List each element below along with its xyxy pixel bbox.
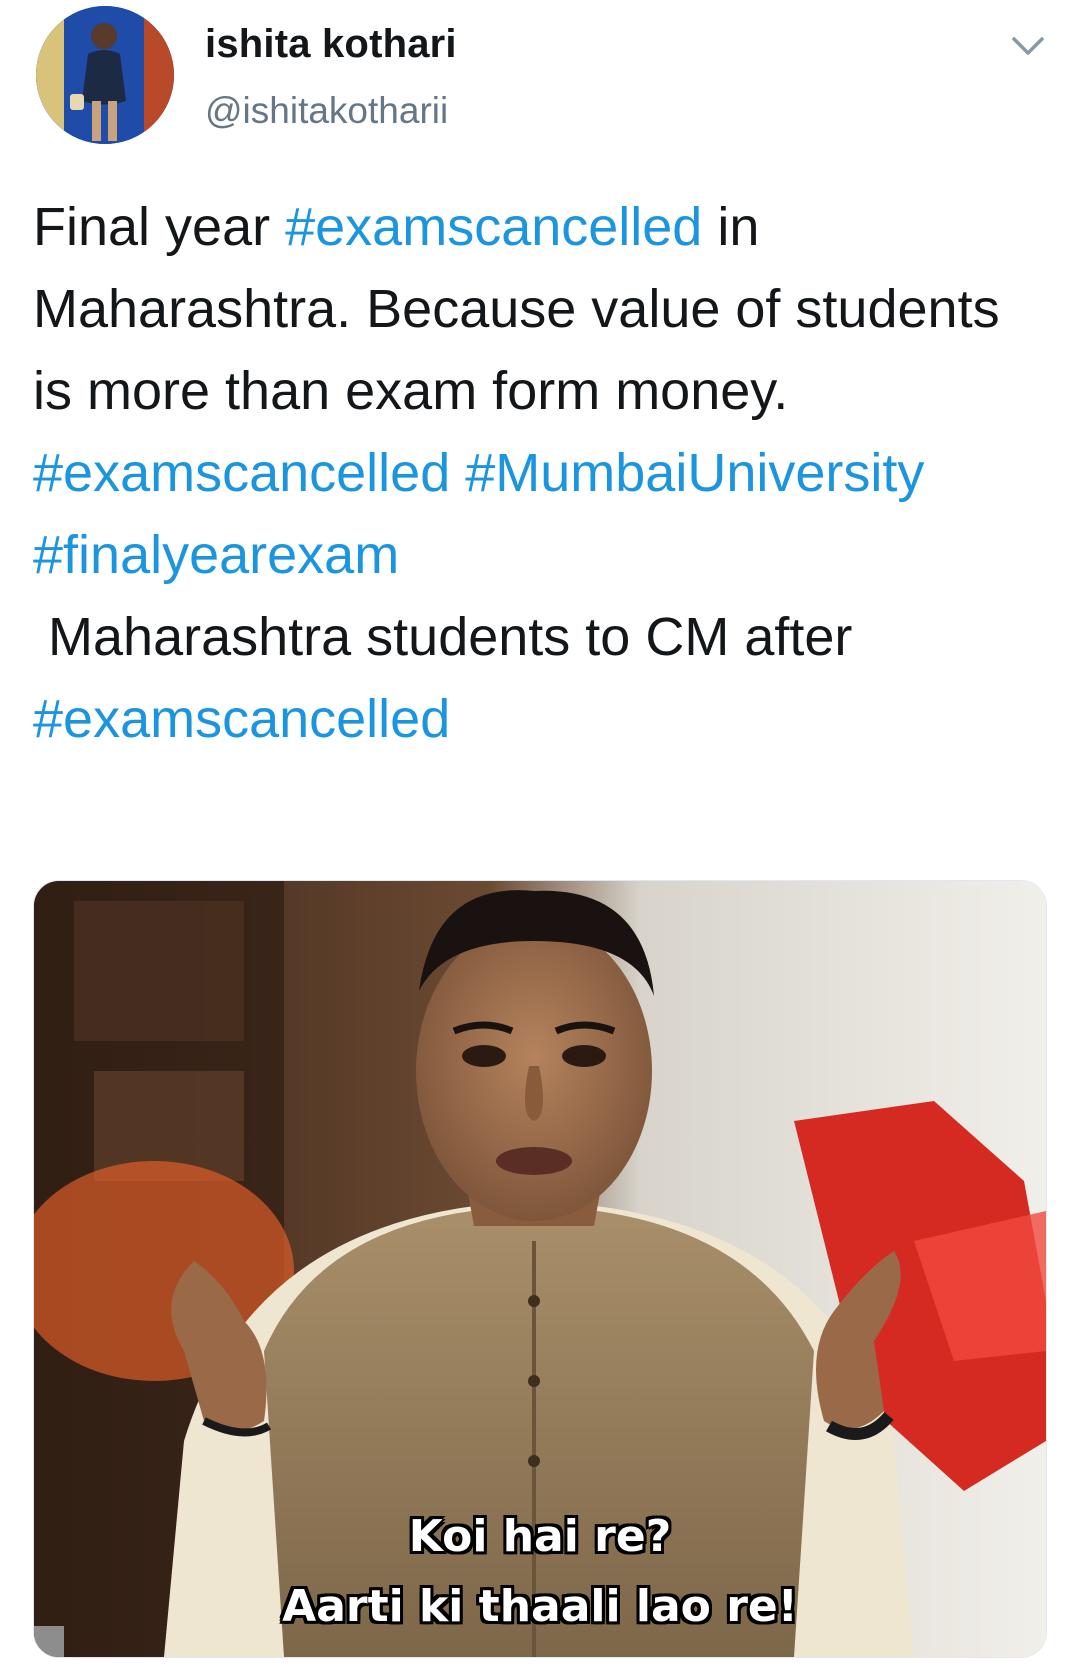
meme-caption-line-1: Koi hai re? — [408, 1511, 672, 1562]
hashtag-link[interactable]: #examscancelled — [33, 689, 450, 749]
tweet-text-segment — [450, 443, 465, 503]
hashtag-link[interactable]: #MumbaiUniversity — [465, 443, 924, 503]
hashtag-link[interactable]: #examscancelled — [33, 443, 450, 503]
meme-caption-line-2: Aarti ki thaali lao re! — [282, 1581, 798, 1632]
tweet-text-segment: Maharashtra students to CM after — [48, 607, 853, 667]
hashtag-link[interactable]: #finalyearexam — [33, 525, 399, 585]
chevron-down-icon[interactable] — [1010, 34, 1046, 58]
avatar-image — [36, 6, 174, 144]
avatar[interactable] — [36, 6, 174, 144]
hashtag-link[interactable]: #examscancelled — [285, 197, 702, 257]
tweet-text-segment: Final year — [33, 197, 286, 257]
tweet-card: ishita kothari @ishitakotharii Final yea… — [0, 0, 1079, 1676]
tweet-media-image[interactable]: Koi hai re? Aarti ki thaali lao re! — [33, 880, 1047, 1658]
author-handle[interactable]: @ishitakotharii — [205, 90, 448, 132]
tweet-text: Final year #examscancelled in Maharashtr… — [33, 186, 1043, 760]
author-name[interactable]: ishita kothari — [205, 22, 457, 67]
